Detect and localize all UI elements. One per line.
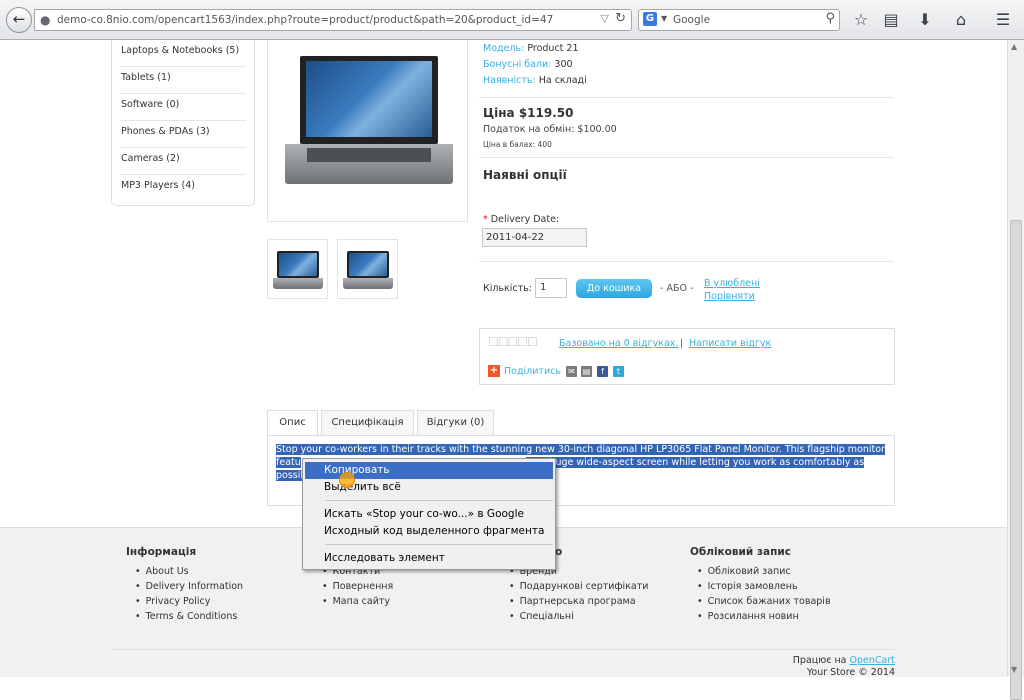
or-text: - АБО - bbox=[660, 283, 694, 294]
footer-link[interactable]: Мапа сайту bbox=[322, 596, 390, 607]
quantity-label: Кількість: bbox=[483, 283, 532, 294]
home-icon[interactable]: ⌂ bbox=[950, 9, 972, 31]
footer-link[interactable]: Розсилання новин bbox=[697, 611, 799, 622]
search-bar[interactable]: G ▼ Google ⚲ bbox=[638, 9, 840, 31]
menu-icon[interactable]: ☰ bbox=[992, 9, 1014, 31]
footer-link[interactable]: Обліковий запис bbox=[697, 566, 791, 577]
share-link[interactable]: Поділитись bbox=[504, 366, 561, 377]
bonus-row: Бонусні бали: 300 bbox=[483, 59, 573, 70]
product-main-image[interactable] bbox=[267, 40, 468, 222]
powered-by: Працює на OpenCart bbox=[792, 655, 895, 666]
options-title: Наявні опції bbox=[483, 168, 567, 182]
quantity-input[interactable]: 1 bbox=[535, 278, 567, 298]
wishlist-link[interactable]: В улюблені bbox=[704, 278, 760, 289]
category-link[interactable]: Software (0) bbox=[121, 94, 246, 121]
category-box: Laptops & Notebooks (5) Tablets (1) Soft… bbox=[111, 40, 255, 206]
footer-divider bbox=[111, 649, 895, 650]
facebook-share-icon[interactable]: f bbox=[597, 366, 608, 377]
menu-item-search-google[interactable]: Искать «Stop your co-wo...» в Google bbox=[305, 506, 553, 523]
footer-link[interactable]: Terms & Conditions bbox=[135, 611, 238, 622]
email-share-icon[interactable]: ✉ bbox=[566, 366, 577, 377]
points-price: Ціна в балах: 400 bbox=[483, 140, 552, 149]
footer-account-title: Обліковий запис bbox=[690, 546, 791, 558]
delivery-date-input[interactable]: 2011-04-22 bbox=[482, 228, 587, 247]
footer-link[interactable]: Delivery Information bbox=[135, 581, 243, 592]
footer-link[interactable]: Партнерська програма bbox=[509, 596, 636, 607]
description-line: Stop your co-workers in their tracks wit… bbox=[276, 444, 885, 455]
add-to-cart-button[interactable]: До кошика bbox=[576, 279, 652, 298]
ex-tax-price: Податок на обмін: $100.00 bbox=[483, 124, 617, 135]
menu-separator bbox=[325, 500, 553, 501]
engine-dropdown-icon[interactable]: ▼ bbox=[661, 14, 667, 23]
url-bar[interactable]: ● demo-co.8nio.com/opencart1563/index.ph… bbox=[34, 9, 632, 31]
compare-link[interactable]: Порівняти bbox=[704, 291, 755, 302]
tab-reviews[interactable]: Відгуки (0) bbox=[417, 410, 494, 436]
globe-icon: ● bbox=[40, 13, 51, 27]
scroll-up-icon[interactable]: ▲ bbox=[1011, 42, 1017, 51]
footer-link[interactable]: Повернення bbox=[322, 581, 394, 592]
category-link[interactable]: Tablets (1) bbox=[121, 67, 246, 94]
menu-separator bbox=[325, 544, 553, 545]
google-icon[interactable]: G bbox=[643, 12, 657, 26]
bookmarks-list-icon[interactable]: ▤ bbox=[880, 9, 902, 31]
footer-link[interactable]: Історія замовлень bbox=[697, 581, 798, 592]
product-thumbnail[interactable] bbox=[337, 239, 398, 299]
tab-specification[interactable]: Специфікація bbox=[321, 410, 414, 436]
laptop-thumb-image bbox=[273, 250, 323, 290]
footer-link[interactable]: Список бажаних товарів bbox=[697, 596, 831, 607]
menu-item-inspect[interactable]: Исследовать элемент bbox=[305, 550, 553, 567]
laptop-thumb-image bbox=[343, 250, 393, 290]
laptop-image bbox=[285, 52, 453, 187]
url-dropdown-icon[interactable]: ▽ bbox=[601, 12, 609, 25]
twitter-share-icon[interactable]: t bbox=[613, 366, 624, 377]
footer-link[interactable]: Privacy Policy bbox=[135, 596, 211, 607]
scroll-thumb[interactable] bbox=[1010, 220, 1022, 700]
availability-row: Наявність: На складі bbox=[483, 75, 587, 86]
browser-toolbar: ← ● demo-co.8nio.com/opencart1563/index.… bbox=[0, 0, 1024, 40]
category-link[interactable]: Cameras (2) bbox=[121, 148, 246, 175]
footer-extras-title: о bbox=[555, 546, 563, 558]
copyright: Your Store © 2014 bbox=[806, 667, 895, 678]
menu-item-view-source[interactable]: Исходный код выделенного фрагмента bbox=[305, 523, 553, 540]
vertical-scrollbar[interactable]: ▲ ▼ bbox=[1007, 40, 1024, 700]
category-link[interactable]: Phones & PDAs (3) bbox=[121, 121, 246, 148]
divider bbox=[479, 97, 894, 98]
footer-link[interactable]: Спеціальні bbox=[509, 611, 574, 622]
delivery-date-label: * Delivery Date: bbox=[483, 214, 560, 225]
url-text: demo-co.8nio.com/opencart1563/index.php?… bbox=[57, 14, 554, 26]
review-box: ☐☐☐☐☐ Базовано на 0 відгуках. | Написати… bbox=[479, 328, 895, 385]
model-row: Модель: Product 21 bbox=[483, 43, 579, 54]
opencart-link[interactable]: OpenCart bbox=[850, 655, 895, 666]
reload-icon[interactable]: ↻ bbox=[615, 11, 626, 26]
footer-info-title: Інформація bbox=[126, 546, 197, 558]
back-button[interactable]: ← bbox=[6, 7, 32, 33]
mouse-cursor-highlight bbox=[339, 472, 355, 488]
back-arrow-icon: ← bbox=[12, 10, 26, 28]
category-link[interactable]: MP3 Players (4) bbox=[121, 175, 246, 202]
rating-stars-icon: ☐☐☐☐☐ bbox=[488, 335, 538, 349]
download-icon[interactable]: ⬇ bbox=[914, 9, 936, 31]
product-thumbnail[interactable] bbox=[267, 239, 328, 299]
tab-description[interactable]: Опис bbox=[267, 410, 318, 437]
review-separator: | bbox=[680, 338, 684, 349]
scroll-down-icon[interactable]: ▼ bbox=[1011, 665, 1017, 674]
description-line: featu bbox=[276, 457, 301, 468]
addthis-plus-icon[interactable]: + bbox=[488, 365, 500, 377]
footer-link[interactable]: Подарункові сертифікати bbox=[509, 581, 649, 592]
description-line: on a huge wide-aspect screen while letti… bbox=[525, 457, 865, 468]
category-link[interactable]: Laptops & Notebooks (5) bbox=[121, 40, 246, 67]
divider bbox=[479, 157, 894, 158]
divider bbox=[479, 261, 894, 262]
search-icon[interactable]: ⚲ bbox=[825, 11, 835, 26]
product-price: Ціна $119.50 bbox=[483, 106, 574, 120]
footer-link[interactable]: About Us bbox=[135, 566, 189, 577]
search-placeholder: Google bbox=[673, 14, 711, 26]
print-share-icon[interactable]: ▤ bbox=[581, 366, 592, 377]
reviews-count-link[interactable]: Базовано на 0 відгуках. bbox=[559, 338, 678, 349]
write-review-link[interactable]: Написати відгук bbox=[689, 338, 771, 349]
bookmark-star-icon[interactable]: ☆ bbox=[850, 9, 872, 31]
